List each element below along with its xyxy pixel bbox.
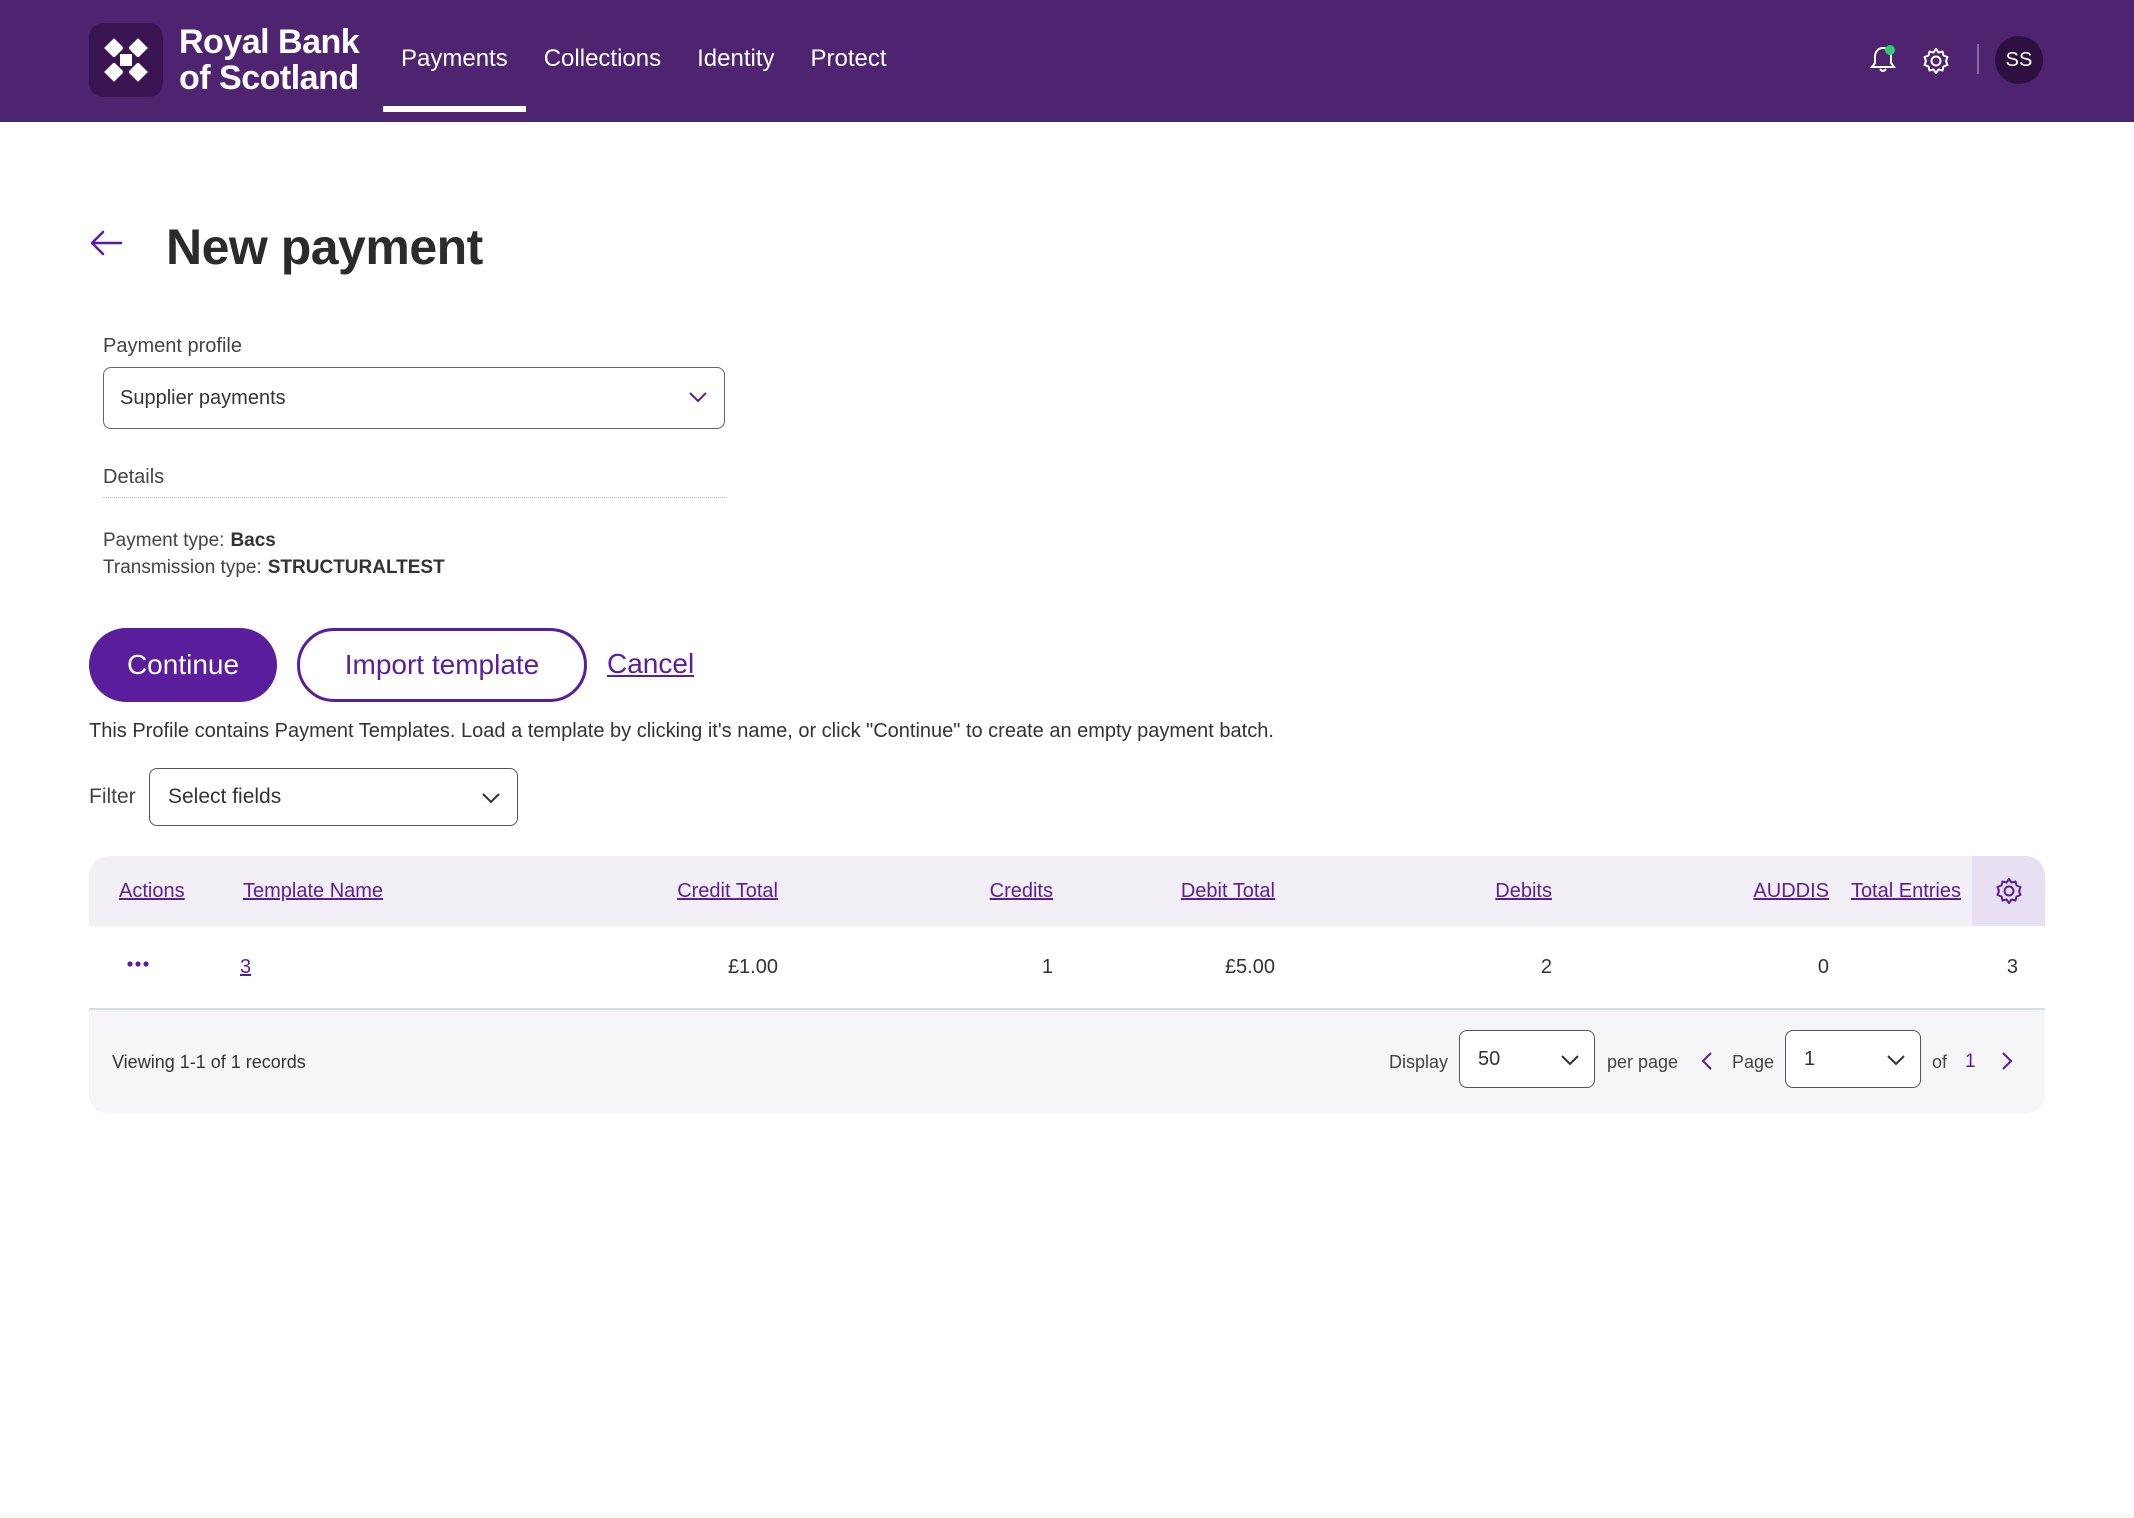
header-divider — [1977, 44, 1979, 74]
per-page-label: per page — [1607, 1052, 1679, 1072]
chevron-down-icon — [1887, 1055, 1905, 1066]
previous-page-chevron-icon[interactable] — [1700, 1050, 1714, 1072]
nav-item-label: Collections — [543, 45, 662, 72]
cell-total-entries: 3 — [2006, 956, 2018, 978]
display-label: Display — [1389, 1052, 1449, 1072]
nav-item-collections[interactable]: Collections — [526, 0, 679, 122]
row-actions-menu-icon[interactable] — [126, 960, 150, 968]
payment-type-line: Payment type: Bacs — [103, 530, 276, 552]
total-pages-value: 1 — [1965, 1051, 1976, 1072]
filter-fields-select[interactable]: Select fields — [149, 768, 518, 826]
cancel-link[interactable]: Cancel — [607, 648, 694, 680]
pagination-bar: Viewing 1-1 of 1 records Display 50 per … — [89, 1010, 2045, 1114]
filter-select-value: Select fields — [168, 785, 282, 808]
main-nav: Payments Collections Identity Protect — [383, 0, 905, 122]
import-template-button[interactable]: Import template — [297, 628, 587, 702]
page-bottom-edge — [0, 1510, 2134, 1518]
next-page-chevron-icon[interactable] — [2000, 1050, 2014, 1072]
nav-item-identity[interactable]: Identity — [679, 0, 792, 122]
nav-item-label: Protect — [810, 45, 887, 72]
column-header-auddis[interactable]: AUDDIS — [1753, 880, 1829, 903]
column-header-actions[interactable]: Actions — [119, 880, 185, 903]
transmission-type-label: Transmission type: — [103, 557, 262, 578]
page-title: New payment — [166, 219, 483, 275]
column-settings-gear-icon[interactable] — [1972, 856, 2045, 926]
user-avatar[interactable]: SS — [1995, 36, 2043, 84]
templates-table: Actions Template Name Credit Total Credi… — [89, 856, 2045, 1114]
chevron-down-icon — [1561, 1055, 1579, 1066]
template-name-link[interactable]: 3 — [240, 956, 251, 979]
table-row: 3 £1.00 1 £5.00 2 0 3 — [89, 926, 2045, 1010]
per-page-value: 50 — [1478, 1047, 1501, 1070]
cell-auddis: 0 — [1817, 956, 1829, 978]
filter-label: Filter — [89, 785, 136, 808]
column-header-template-name[interactable]: Template Name — [243, 880, 383, 903]
brand-line-1: Royal Bank — [179, 23, 360, 61]
cell-debit-total: £5.00 — [1224, 956, 1275, 978]
templates-info-text: This Profile contains Payment Templates.… — [89, 720, 1274, 742]
table-header-row: Actions Template Name Credit Total Credi… — [89, 856, 2045, 926]
rbs-logo-icon[interactable] — [89, 23, 163, 97]
payment-profile-value: Supplier payments — [120, 386, 286, 409]
transmission-type-line: Transmission type: STRUCTURALTEST — [103, 557, 445, 579]
brand-line-2: of Scotland — [179, 59, 359, 97]
payment-type-label: Payment type: — [103, 530, 225, 551]
settings-gear-icon[interactable] — [1921, 46, 1951, 76]
payment-profile-select[interactable]: Supplier payments — [103, 367, 725, 429]
per-page-select[interactable]: 50 — [1459, 1030, 1595, 1088]
column-header-credits[interactable]: Credits — [990, 880, 1053, 903]
transmission-type-value: STRUCTURALTEST — [267, 557, 445, 578]
back-arrow-icon[interactable] — [89, 228, 123, 258]
nav-item-payments[interactable]: Payments — [383, 0, 526, 122]
nav-item-protect[interactable]: Protect — [793, 0, 905, 122]
cell-debits: 2 — [1540, 956, 1552, 978]
chevron-down-icon — [689, 392, 707, 403]
column-header-debit-total[interactable]: Debit Total — [1181, 880, 1275, 903]
page-number-value: 1 — [1804, 1047, 1816, 1070]
nav-item-label: Identity — [697, 45, 775, 72]
payment-type-value: Bacs — [230, 530, 276, 551]
avatar-initials: SS — [2005, 48, 2033, 71]
cell-credits: 1 — [1041, 956, 1053, 978]
details-heading: Details — [103, 466, 165, 488]
nav-item-label: Payments — [401, 45, 508, 72]
details-divider — [103, 497, 725, 498]
records-count-text: Viewing 1-1 of 1 records — [112, 1052, 306, 1072]
column-header-credit-total[interactable]: Credit Total — [677, 880, 778, 903]
top-navigation-bar: Royal Bank of Scotland Payments Collecti… — [0, 0, 2134, 122]
continue-button[interactable]: Continue — [89, 628, 277, 702]
page-number-select[interactable]: 1 — [1785, 1030, 1921, 1088]
page-label: Page — [1732, 1052, 1775, 1072]
brand-name[interactable]: Royal Bank of Scotland — [179, 23, 360, 97]
notification-bell-icon[interactable] — [1869, 44, 1897, 74]
column-header-total-entries[interactable]: Total Entries — [1851, 880, 1961, 903]
payment-profile-label: Payment profile — [103, 335, 242, 357]
cell-credit-total: £1.00 — [727, 956, 778, 978]
chevron-down-icon — [482, 793, 500, 804]
column-header-debits[interactable]: Debits — [1495, 880, 1552, 903]
of-label: of — [1932, 1052, 1948, 1072]
